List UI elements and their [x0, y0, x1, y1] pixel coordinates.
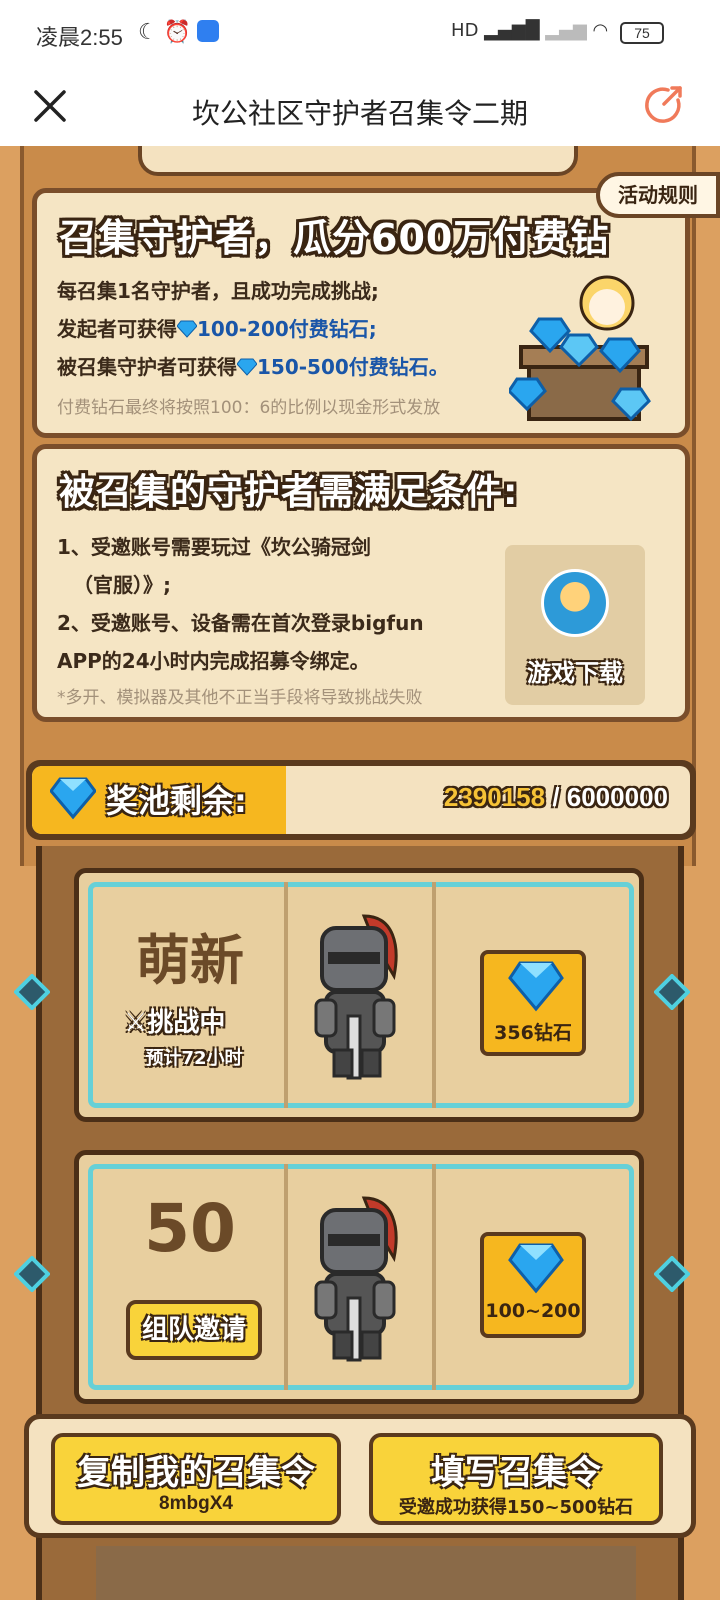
- reward-badge: 356钻石: [480, 950, 586, 1056]
- row-divider: [432, 882, 436, 1108]
- fill-button-title: 填写召集令: [431, 1453, 601, 1493]
- knight-character-illustration: [314, 914, 398, 1080]
- intro-line-3-highlight: 150-500付费钻石。: [257, 355, 449, 379]
- rank-label: 50: [144, 1190, 236, 1267]
- challenge-eta: 预计72小时: [145, 1048, 243, 1069]
- status-icons: ☾⏰: [138, 20, 220, 45]
- rank-label: 萌新: [136, 929, 244, 992]
- challenge-row: 50 组队邀请 100~200: [14, 1150, 690, 1404]
- main-content: 召集守护者，瓜分600万付费钻 每召集1名守护者，且成功完成挑战; 发起者可获得…: [0, 146, 720, 1600]
- diamond-icon: [508, 1243, 564, 1294]
- top-banner-strip: [138, 146, 578, 176]
- prize-pool-total: 6000000: [566, 782, 668, 812]
- intro-line-2: 发起者可获得 100-200付费钻石;: [57, 313, 377, 342]
- status-time: 凌晨2:55: [36, 25, 123, 50]
- sword-icon: ⚔: [124, 1008, 148, 1038]
- next-row-peek: [96, 1546, 636, 1600]
- requirements-card: 被召集的守护者需满足条件: 1、受邀账号需要玩过《坎公骑冠剑 （官服）》; 2、…: [32, 444, 690, 722]
- game-download-button[interactable]: 游戏下载: [505, 545, 645, 705]
- signal2-icon: ▂▄▆: [545, 20, 587, 41]
- intro-note: 付费钻石最终将按照100：6的比例以现金形式发放: [57, 398, 441, 418]
- copy-my-code-button[interactable]: 复制我的召集令 8mbgX4: [51, 1433, 341, 1525]
- prize-pool-separator: /: [545, 782, 567, 812]
- copy-button-title: 复制我的召集令: [77, 1453, 315, 1493]
- signal-icon: ▂▄▆█: [484, 20, 540, 41]
- challenge-status-text: 挑战中: [147, 1008, 226, 1038]
- requirements-note: *多开、模拟器及其他不正当手段将导致挑战失败: [57, 688, 423, 708]
- rail-diamond-icon: [654, 1256, 690, 1292]
- prize-pool-inner: 奖池剩余: 2390158 / 6000000: [32, 766, 690, 834]
- moon-icon: ☾: [138, 20, 164, 45]
- wifi-icon: ◠: [592, 20, 609, 41]
- diamond-icon: [177, 320, 197, 338]
- challenge-status: ⚔挑战中: [124, 1002, 225, 1039]
- status-bar: 凌晨2:55 ☾⏰ HD ▂▄▆█ ▂▄▆ ◠ 75: [0, 0, 720, 70]
- requirement-2a: 2、受邀账号、设备需在首次登录bigfun: [57, 611, 424, 635]
- prize-pool-value: 2390158 / 6000000: [444, 782, 668, 813]
- my-invite-code: 8mbgX4: [159, 1493, 233, 1514]
- intro-line-3-prefix: 被召集守护者可获得: [57, 355, 237, 379]
- rail-diamond-icon: [14, 1256, 50, 1292]
- status-right: HD ▂▄▆█ ▂▄▆ ◠ 75: [451, 20, 664, 44]
- intro-heading: 召集守护者，瓜分600万付费钻: [59, 216, 610, 260]
- app-notification-icon: [197, 20, 220, 42]
- prize-pool-label: 奖池剩余:: [106, 782, 247, 820]
- intro-card: 召集守护者，瓜分600万付费钻 每召集1名守护者，且成功完成挑战; 发起者可获得…: [32, 188, 690, 438]
- signal-hd-label: HD: [451, 20, 479, 41]
- requirement-2b: APP的24小时内完成招募令绑定。: [57, 649, 370, 673]
- rail-diamond-icon: [654, 974, 690, 1010]
- prize-pool-bar: 奖池剩余: 2390158 / 6000000: [26, 760, 696, 840]
- diamond-icon: [237, 358, 257, 376]
- diamond-icon: [50, 777, 96, 820]
- intro-line-3: 被召集守护者可获得 150-500付费钻石。: [57, 351, 449, 380]
- reward-amount: 100~200: [485, 1300, 581, 1322]
- title-bar: 坎公社区守护者召集令二期: [0, 70, 720, 146]
- alarm-icon: ⏰: [163, 20, 198, 45]
- share-icon[interactable]: [642, 82, 686, 126]
- challenge-row: 萌新 ⚔挑战中 预计72小时 356钻石: [14, 868, 690, 1122]
- treasure-chest-illustration: [509, 275, 651, 422]
- intro-line-2-highlight: 100-200付费钻石;: [197, 317, 377, 341]
- requirements-heading: 被召集的守护者需满足条件:: [59, 472, 519, 513]
- row-divider: [432, 1164, 436, 1390]
- knight-character-illustration: [314, 1196, 398, 1362]
- fill-button-subtitle: 受邀成功获得150~500钻石: [398, 1497, 634, 1518]
- intro-line-1: 每召集1名守护者，且成功完成挑战;: [57, 279, 379, 303]
- page-title: 坎公社区守护者召集令二期: [191, 97, 528, 130]
- battery-icon: 75: [620, 22, 664, 44]
- reward-badge: 100~200: [480, 1232, 586, 1338]
- game-download-label: 游戏下载: [527, 659, 623, 687]
- intro-line-2-prefix: 发起者可获得: [57, 317, 177, 341]
- fill-code-button[interactable]: 填写召集令 受邀成功获得150~500钻石: [369, 1433, 663, 1525]
- requirement-1a: 1、受邀账号需要玩过《坎公骑冠剑: [57, 535, 371, 559]
- row-divider: [284, 882, 288, 1108]
- rail-diamond-icon: [14, 974, 50, 1010]
- requirement-1b: （官服）》;: [73, 573, 171, 597]
- reward-amount: 356钻石: [494, 1022, 572, 1044]
- rules-tab-button[interactable]: 活动规则: [596, 172, 720, 218]
- prize-pool-label-area: 奖池剩余:: [32, 766, 286, 834]
- prize-pool-remaining: 2390158: [443, 782, 546, 812]
- diamond-icon: [508, 961, 564, 1012]
- game-avatar-icon: [541, 569, 609, 637]
- bottom-action-bar: 复制我的召集令 8mbgX4 填写召集令 受邀成功获得150~500钻石: [24, 1414, 696, 1538]
- row-divider: [284, 1164, 288, 1390]
- team-invite-button[interactable]: 组队邀请: [126, 1300, 262, 1360]
